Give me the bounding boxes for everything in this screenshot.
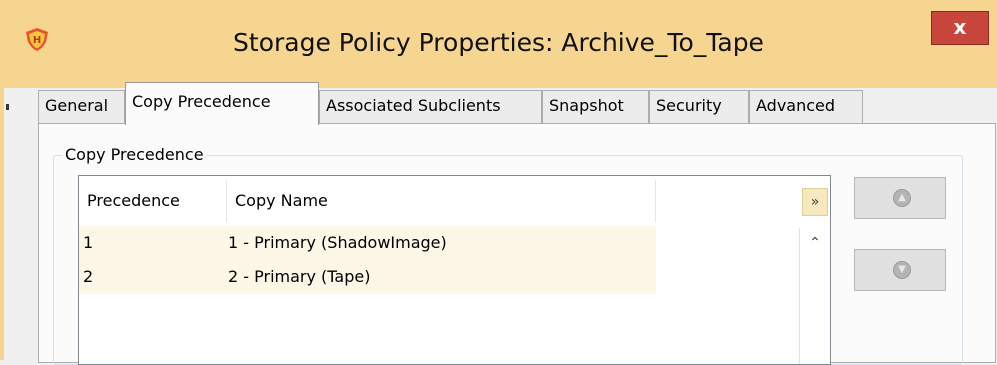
close-button[interactable]: x [931,11,989,45]
table-row[interactable]: 2 2 - Primary (Tape) [79,260,656,294]
title-bar: H Storage Policy Properties: Archive_To_… [0,0,997,88]
move-up-button[interactable]: ▲ [854,177,946,219]
tab-label: General [45,96,109,115]
tab-associated-subclients[interactable]: Associated Subclients [319,90,542,124]
tab-label: Security [656,96,722,115]
down-arrow-disc-icon: ▼ [893,261,911,279]
up-arrow-disc-icon: ▲ [893,189,911,207]
tab-label: Associated Subclients [326,96,501,115]
precedence-cell: 1 [83,233,94,252]
column-divider[interactable] [655,180,656,222]
tab-label: Snapshot [549,96,624,115]
table-row[interactable]: 1 1 - Primary (ShadowImage) [79,226,656,260]
tab-copy-precedence[interactable]: Copy Precedence [125,82,319,125]
copy-precedence-list[interactable]: Precedence Copy Name » 1 1 - Primary (Sh… [78,175,831,365]
tab-label: Copy Precedence [132,92,271,111]
column-header-copy-name[interactable]: Copy Name [227,176,656,226]
precedence-cell: 2 [83,267,94,286]
tab-advanced[interactable]: Advanced [749,90,863,124]
copy-name-cell: 1 - Primary (ShadowImage) [228,233,447,252]
tab-general[interactable]: General [38,90,125,124]
move-down-button[interactable]: ▼ [854,249,946,291]
tab-security[interactable]: Security [649,90,749,124]
tab-snapshot[interactable]: Snapshot [542,90,649,124]
window-edge-mark [6,104,9,110]
window-left-border [0,88,4,360]
copy-name-cell: 2 - Primary (Tape) [228,267,371,286]
chevron-up-icon[interactable]: ⌃ [800,228,830,258]
group-legend: Copy Precedence [62,145,207,164]
window-title: Storage Policy Properties: Archive_To_Ta… [233,28,764,57]
vertical-scrollbar[interactable]: ⌃ [799,228,830,364]
column-header-precedence[interactable]: Precedence [79,176,226,226]
list-header: Precedence Copy Name [79,176,656,227]
tab-label: Advanced [756,96,836,115]
double-chevron-down-icon[interactable]: » [802,188,828,216]
